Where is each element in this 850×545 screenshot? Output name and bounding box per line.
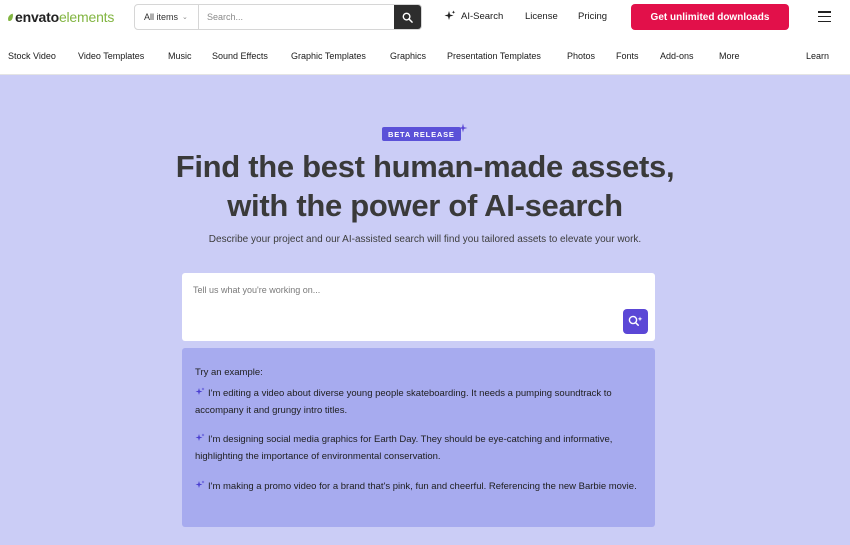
sparkle-icon xyxy=(458,123,468,133)
hamburger-menu-icon[interactable] xyxy=(818,11,831,22)
ai-search-icon xyxy=(628,315,643,326)
example-prompt[interactable]: I'm making a promo video for a brand tha… xyxy=(195,478,645,495)
nav-item-add-ons[interactable]: Add-ons xyxy=(660,51,694,61)
nav-item-learn[interactable]: Learn xyxy=(806,51,829,61)
sparkle-icon xyxy=(195,387,205,395)
logo-text-envato: envato xyxy=(15,9,59,25)
page-subtitle: Describe your project and our AI-assiste… xyxy=(208,234,642,245)
page-title-line-2: with the power of AI-search xyxy=(227,188,623,223)
leaf-icon xyxy=(8,13,13,21)
ai-prompt-input[interactable] xyxy=(182,273,655,341)
ai-search-label: AI-Search xyxy=(461,10,504,22)
nav-item-music[interactable]: Music xyxy=(168,51,192,61)
pricing-link[interactable]: Pricing xyxy=(578,11,607,22)
search-scope-dropdown[interactable]: All items ⌄ xyxy=(135,5,199,29)
examples-title: Try an example: xyxy=(195,367,263,378)
example-prompt-text: I'm editing a video about diverse young … xyxy=(195,388,612,416)
nav-item-graphic-templates[interactable]: Graphic Templates xyxy=(291,51,366,61)
ai-prompt-box xyxy=(182,273,655,341)
page-title: Find the best human-made assets, with th… xyxy=(100,147,750,225)
nav-item-sound-effects[interactable]: Sound Effects xyxy=(212,51,268,61)
search-bar: All items ⌄ xyxy=(134,4,422,30)
example-prompt[interactable]: I'm designing social media graphics for … xyxy=(195,431,645,465)
beta-release-badge: BETA RELEASE xyxy=(382,127,461,141)
nav-item-video-templates[interactable]: Video Templates xyxy=(78,51,144,61)
ai-search-link[interactable]: AI-Search xyxy=(444,10,503,22)
example-prompt[interactable]: I'm editing a video about diverse young … xyxy=(195,385,645,419)
sparkle-icon xyxy=(195,433,205,441)
logo-text-elements: elements xyxy=(58,9,115,25)
examples-panel: Try an example: I'm editing a video abou… xyxy=(182,348,655,527)
nav-item-more[interactable]: More xyxy=(719,51,740,61)
search-icon xyxy=(402,12,413,23)
sparkle-icon xyxy=(195,480,205,488)
nav-item-stock-video[interactable]: Stock Video xyxy=(8,51,56,61)
search-button[interactable] xyxy=(394,5,421,29)
nav-item-fonts[interactable]: Fonts xyxy=(616,51,639,61)
category-nav: Stock Video Video Templates Music Sound … xyxy=(0,37,850,75)
license-link[interactable]: License xyxy=(525,11,558,22)
search-input[interactable] xyxy=(199,5,394,29)
envato-elements-logo[interactable]: envato elements xyxy=(7,9,114,25)
chevron-down-icon: ⌄ xyxy=(182,14,188,21)
page-title-line-1: Find the best human-made assets, xyxy=(175,149,675,184)
nav-item-graphics[interactable]: Graphics xyxy=(390,51,426,61)
example-prompt-text: I'm making a promo video for a brand tha… xyxy=(208,481,637,492)
nav-item-presentation-templates[interactable]: Presentation Templates xyxy=(447,51,541,61)
nav-item-photos[interactable]: Photos xyxy=(567,51,595,61)
search-scope-label: All items xyxy=(144,12,179,22)
top-header: envatoelements All items ⌄ AI-Search Lic… xyxy=(0,0,850,37)
sparkle-icon xyxy=(444,10,456,20)
ai-search-submit-button[interactable] xyxy=(623,309,648,334)
get-unlimited-downloads-button[interactable]: Get unlimited downloads xyxy=(631,4,789,30)
example-prompt-text: I'm designing social media graphics for … xyxy=(195,434,613,462)
